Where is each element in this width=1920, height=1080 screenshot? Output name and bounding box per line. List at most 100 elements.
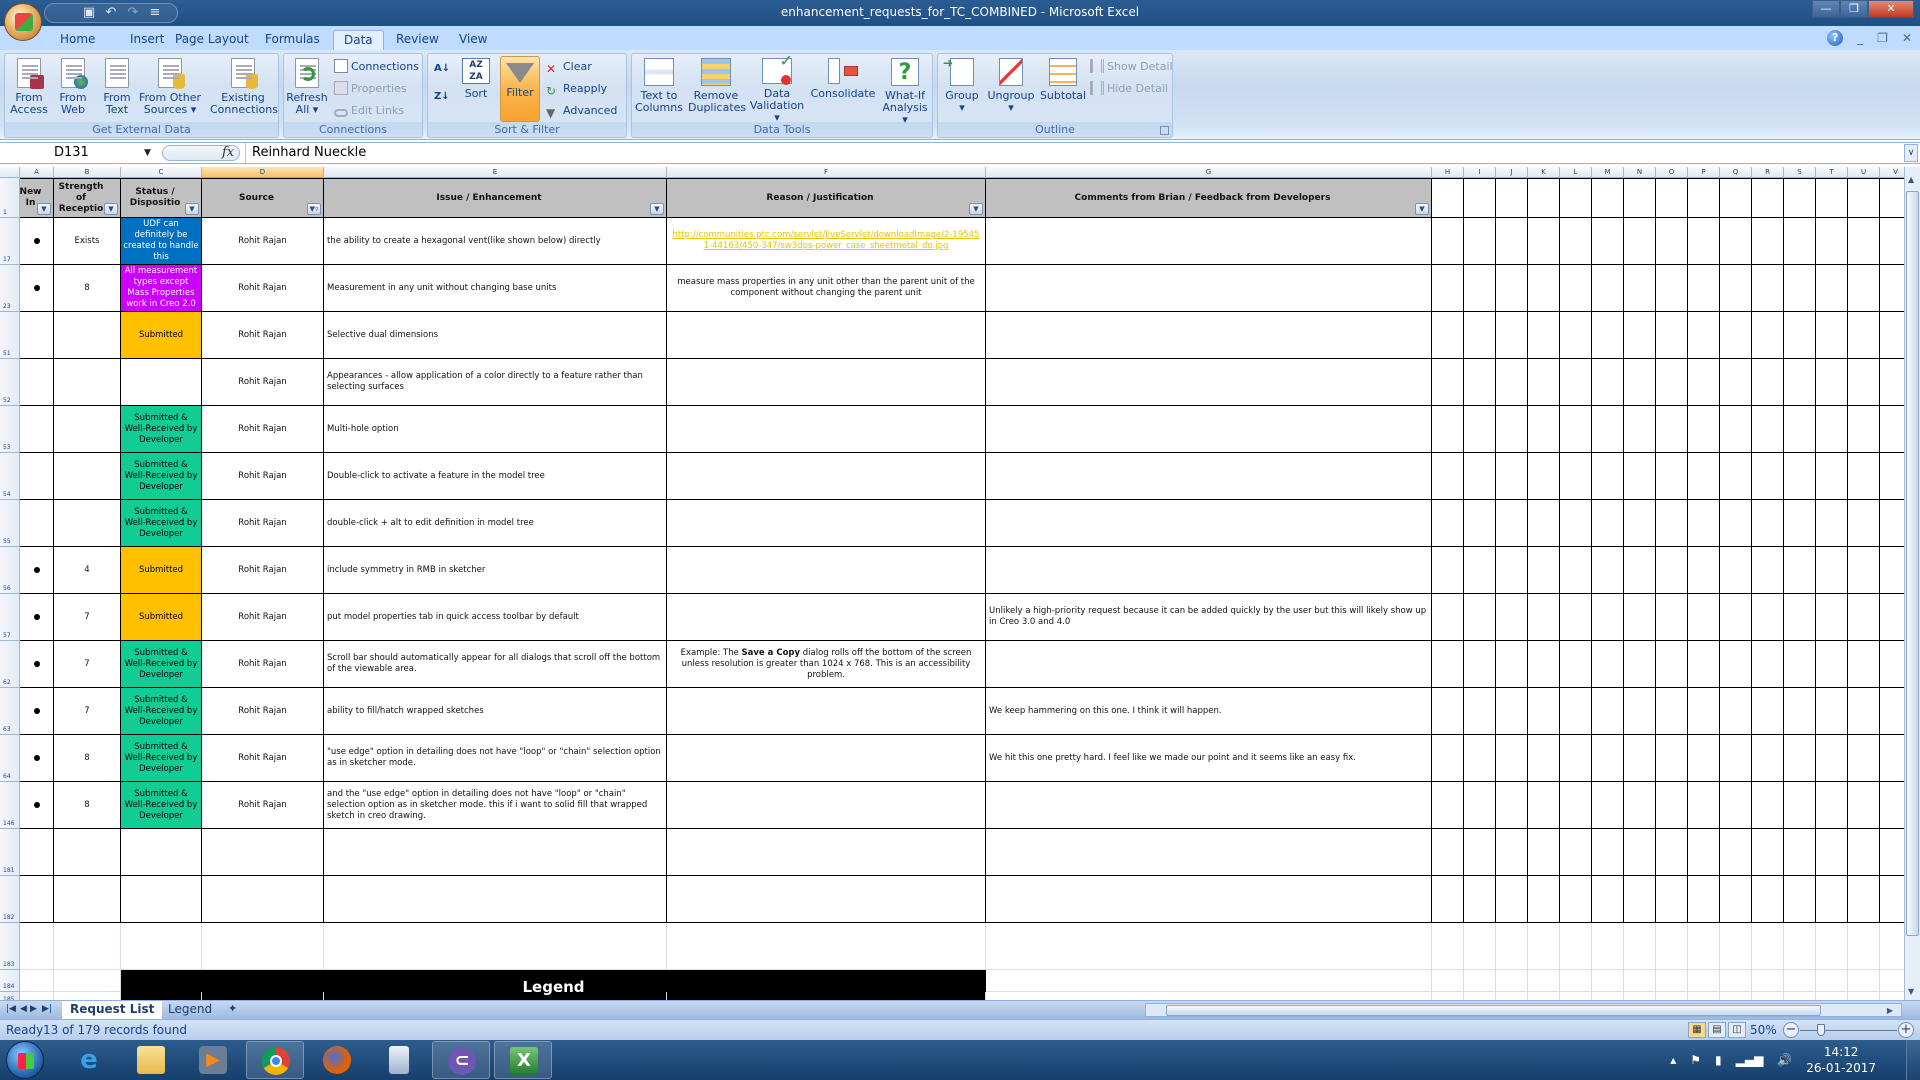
row-header[interactable]: 185 <box>0 992 20 1000</box>
empty-cell[interactable] <box>1784 876 1816 923</box>
empty-cell[interactable] <box>1688 453 1720 500</box>
column-header-a[interactable]: A <box>20 167 54 178</box>
column-header-j[interactable]: J <box>1496 167 1528 178</box>
empty-cell[interactable] <box>54 829 121 876</box>
empty-cell[interactable] <box>1880 970 1904 992</box>
empty-cell[interactable] <box>1432 453 1464 500</box>
empty-cell[interactable] <box>1784 829 1816 876</box>
start-button[interactable] <box>6 1041 44 1079</box>
empty-cell[interactable] <box>1656 829 1688 876</box>
empty-cell[interactable] <box>1624 923 1656 970</box>
zoom-out-icon[interactable]: − <box>1783 1022 1799 1038</box>
status-cell[interactable]: Submitted & Well-Received by Developer <box>121 453 202 500</box>
workbook-restore-button[interactable]: ❐ <box>1877 31 1888 45</box>
refresh-all-button[interactable]: Refresh All ▾ <box>286 56 328 120</box>
header-cell-b[interactable]: Strength of Receptio ▼ <box>54 178 121 218</box>
empty-cell[interactable] <box>1592 735 1624 782</box>
empty-cell[interactable] <box>1880 992 1904 1000</box>
empty-cell[interactable] <box>1496 218 1528 265</box>
spreadsheet-grid[interactable]: A B C D E F G H I J K L M N O P Q R S T U V 1 New In ▼ Strength o… <box>0 167 1904 1000</box>
column-header-g[interactable]: G <box>986 167 1432 178</box>
filter-dropdown-icon[interactable]: ▼ <box>37 203 51 215</box>
empty-cell[interactable] <box>1432 876 1464 923</box>
zoom-level[interactable]: 50% <box>1750 1023 1777 1037</box>
empty-cell[interactable] <box>20 992 54 1000</box>
empty-cell[interactable] <box>1656 735 1688 782</box>
empty-cell[interactable] <box>1880 453 1904 500</box>
row-header[interactable]: 184 <box>0 970 20 992</box>
status-cell[interactable]: UDF can definitely be created to handle … <box>121 218 202 265</box>
column-header-h[interactable]: H <box>1432 167 1464 178</box>
empty-cell[interactable] <box>1816 735 1848 782</box>
empty-cell[interactable] <box>20 876 54 923</box>
next-sheet-icon[interactable]: ▶ <box>30 1004 37 1014</box>
horizontal-scrollbar[interactable]: ▶ <box>1145 1003 1902 1017</box>
source-cell[interactable]: Rohit Rajan <box>202 735 324 782</box>
empty-cell[interactable] <box>1816 876 1848 923</box>
empty-cell[interactable] <box>1528 923 1560 970</box>
empty-cell[interactable] <box>1656 688 1688 735</box>
volume-icon[interactable]: 🔊 <box>1777 1053 1792 1067</box>
first-sheet-icon[interactable]: |◀ <box>6 1004 16 1014</box>
empty-cell[interactable] <box>1816 782 1848 829</box>
empty-cell[interactable] <box>54 970 121 992</box>
empty-cell[interactable] <box>1816 178 1848 218</box>
empty-cell[interactable] <box>1848 265 1880 312</box>
empty-cell[interactable] <box>986 923 1432 970</box>
empty-cell[interactable] <box>1816 829 1848 876</box>
new-in-cell[interactable] <box>20 359 54 406</box>
empty-cell[interactable] <box>1496 594 1528 641</box>
empty-cell[interactable] <box>1528 641 1560 688</box>
empty-cell[interactable] <box>1560 547 1592 594</box>
new-in-cell[interactable] <box>20 265 54 312</box>
empty-cell[interactable] <box>1880 782 1904 829</box>
filter-dropdown-icon[interactable]: ▼ <box>1415 203 1429 215</box>
strength-cell[interactable]: 8 <box>54 782 121 829</box>
row-header[interactable]: 183 <box>0 923 20 970</box>
status-cell[interactable]: Submitted & Well-Received by Developer <box>121 406 202 453</box>
empty-cell[interactable] <box>1496 923 1528 970</box>
reason-cell[interactable] <box>667 735 986 782</box>
normal-view-icon[interactable]: ▦ <box>1688 1022 1706 1038</box>
empty-cell[interactable] <box>1688 970 1720 992</box>
header-cell-c[interactable]: Status / Dispositio ▼ <box>121 178 202 218</box>
empty-cell[interactable] <box>1784 923 1816 970</box>
empty-cell[interactable] <box>202 876 324 923</box>
empty-cell[interactable] <box>1720 312 1752 359</box>
empty-cell[interactable] <box>1880 735 1904 782</box>
empty-cell[interactable] <box>1528 312 1560 359</box>
filter-dropdown-icon[interactable]: ▼ <box>650 203 664 215</box>
empty-cell[interactable] <box>202 829 324 876</box>
tab-data[interactable]: Data <box>333 30 384 50</box>
empty-cell[interactable] <box>1688 500 1720 547</box>
empty-cell[interactable] <box>1496 265 1528 312</box>
from-other-sources-button[interactable]: From Other Sources ▾ <box>137 56 203 120</box>
empty-cell[interactable] <box>1496 970 1528 992</box>
empty-cell[interactable] <box>1816 547 1848 594</box>
last-sheet-icon[interactable]: ▶| <box>42 1004 52 1014</box>
empty-cell[interactable] <box>1432 359 1464 406</box>
issue-cell[interactable]: the ability to create a hexagonal vent(l… <box>324 218 667 265</box>
empty-cell[interactable] <box>1560 970 1592 992</box>
empty-cell[interactable] <box>1880 876 1904 923</box>
empty-cell[interactable] <box>1432 547 1464 594</box>
empty-cell[interactable] <box>986 876 1432 923</box>
issue-cell[interactable]: Selective dual dimensions <box>324 312 667 359</box>
empty-cell[interactable] <box>1656 876 1688 923</box>
comment-cell[interactable] <box>986 453 1432 500</box>
taskbar-bittorrent[interactable]: ⊂ <box>432 1041 490 1079</box>
empty-cell[interactable] <box>1624 500 1656 547</box>
column-header-b[interactable]: B <box>54 167 121 178</box>
empty-cell[interactable] <box>1720 594 1752 641</box>
empty-cell[interactable] <box>1528 970 1560 992</box>
empty-cell[interactable] <box>1848 218 1880 265</box>
empty-cell[interactable] <box>1816 970 1848 992</box>
subtotal-button[interactable]: Subtotal <box>1038 56 1088 120</box>
column-header-o[interactable]: O <box>1656 167 1688 178</box>
issue-cell[interactable]: and the "use edge" option in detailing d… <box>324 782 667 829</box>
existing-connections-button[interactable]: Existing Connections <box>210 56 278 120</box>
column-header-l[interactable]: L <box>1560 167 1592 178</box>
comment-cell[interactable] <box>986 782 1432 829</box>
empty-cell[interactable] <box>1656 312 1688 359</box>
empty-cell[interactable] <box>1464 453 1496 500</box>
